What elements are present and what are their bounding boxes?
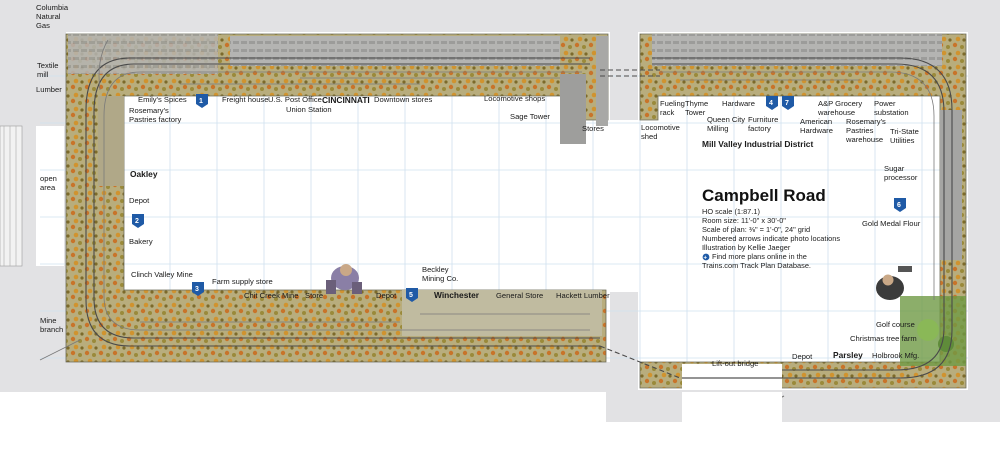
more-plans-line2: Trains.com Track Plan Database. <box>702 261 811 270</box>
label-farm-supply: Farm supply store <box>212 277 273 286</box>
label-a3: 3 <box>195 286 199 293</box>
district-cincinnati: CINCINNATI <box>322 95 370 105</box>
label-thyme-2: Tower <box>685 108 706 117</box>
label-store: Store <box>305 291 323 300</box>
label-furniture-1: Furniture <box>748 115 778 124</box>
label-open-area-2: area <box>40 183 56 192</box>
label-a5: 5 <box>409 292 413 299</box>
label-beckley-2: Mining Co. <box>422 274 458 283</box>
label-sugar-2: processor <box>884 173 918 182</box>
info-plan-scale: Scale of plan: ⅜" = 1'-0", 24" grid <box>702 225 810 234</box>
label-tristate-2: Utilities <box>890 136 915 145</box>
label-locomotive-shops: Locomotive shops <box>484 94 545 103</box>
label-gold-medal: Gold Medal Flour <box>862 219 921 228</box>
info-room-size: Room size: 11'-0" x 30'-0" <box>702 216 786 225</box>
label-christmas: Christmas tree farm <box>850 334 917 343</box>
label-power-2: substation <box>874 108 909 117</box>
label-post-office: U.S. Post Office <box>268 95 322 104</box>
label-beckley-1: Beckley <box>422 265 449 274</box>
district-parsley: Parsley <box>833 350 863 360</box>
label-clinch-valley: Clinch Valley Mine <box>131 270 193 279</box>
label-thyme-1: Thyme <box>685 99 708 108</box>
label-grocery-2: warehouse <box>817 108 855 117</box>
label-rosemarys-2: Pastries factory <box>129 115 182 124</box>
label-furniture-2: factory <box>748 124 771 133</box>
label-a1: 1 <box>199 98 203 105</box>
district-oakley: Oakley <box>130 169 158 179</box>
label-freight-house: Freight house <box>222 95 268 104</box>
label-general-store: General Store <box>496 291 543 300</box>
label-depot-parsley: Depot <box>792 352 813 361</box>
label-bakery: Bakery <box>129 237 153 246</box>
label-emilys-spices: Emily's Spices <box>138 95 187 104</box>
label-textile-1: Textile <box>37 61 59 70</box>
label-fueling-2: rack <box>660 108 675 117</box>
label-downtown-stores: Downtown stores <box>374 95 432 104</box>
label-queen-city-2: Milling <box>707 124 729 133</box>
track-plan-diagram: 1 2 3 4 5 6 7 Campbell Road HO scale (1:… <box>0 0 1000 422</box>
label-union-station: Union Station <box>286 105 332 114</box>
label-columbia-2: Natural <box>36 12 61 21</box>
label-liftout: Lift-out bridge <box>712 359 758 368</box>
liftout-bridge-area <box>682 364 785 422</box>
label-mine-branch-1: Mine <box>40 316 56 325</box>
label-fueling-1: Fueling <box>660 99 685 108</box>
plan-title: Campbell Road <box>702 186 826 205</box>
label-a6: 6 <box>897 202 901 209</box>
label-loco-shed-2: shed <box>641 132 657 141</box>
label-depot-oakley: Depot <box>129 196 150 205</box>
label-textile-2: mill <box>37 70 49 79</box>
label-columbia-1: Columbia <box>36 3 69 12</box>
label-power-1: Power <box>874 99 896 108</box>
label-rosemarys-1: Rosemary's <box>129 106 169 115</box>
district-winchester: Winchester <box>434 290 480 300</box>
label-stores: Stores <box>582 124 604 133</box>
info-arrows-note: Numbered arrows indicate photo locations <box>702 234 840 243</box>
label-queen-city-1: Queen City <box>707 115 745 124</box>
label-hardware: Hardware <box>722 99 755 108</box>
doorway-gap <box>608 120 640 292</box>
label-rosemarys-wh-3: warehouse <box>845 135 883 144</box>
label-golf: Golf course <box>876 320 915 329</box>
label-chit-creek: Chit Creek Mine <box>244 291 298 300</box>
label-a2: 2 <box>135 218 139 225</box>
label-rosemarys-wh-2: Pastries <box>846 126 874 135</box>
label-a7: 7 <box>785 100 789 107</box>
label-rosemarys-wh-1: Rosemary's <box>846 117 886 126</box>
label-a4: 4 <box>769 100 773 107</box>
label-lumber: Lumber <box>36 85 62 94</box>
label-hackett: Hackett Lumber <box>556 291 610 300</box>
label-tristate-1: Tri-State <box>890 127 919 136</box>
district-mill-valley: Mill Valley Industrial District <box>702 139 813 149</box>
label-american-2: Hardware <box>800 126 833 135</box>
label-holbrook: Holbrook Mfg. <box>872 351 919 360</box>
label-open-area-1: open <box>40 174 57 183</box>
info-illustration: Illustration by Kellie Jaeger <box>702 243 791 252</box>
label-grocery-1: A&P Grocery <box>818 99 862 108</box>
label-depot-winchester: Depot <box>376 291 397 300</box>
label-mine-branch-2: branch <box>40 325 63 334</box>
label-sage-tower: Sage Tower <box>510 112 550 121</box>
label-columbia-3: Gas <box>36 21 50 30</box>
label-loco-shed-1: Locomotive <box>641 123 680 132</box>
more-plans-line1: Find more plans online in the <box>712 252 807 261</box>
label-american-1: American <box>800 117 832 126</box>
info-scale: HO scale (1:87.1) <box>702 207 760 216</box>
label-sugar-1: Sugar <box>884 164 905 173</box>
